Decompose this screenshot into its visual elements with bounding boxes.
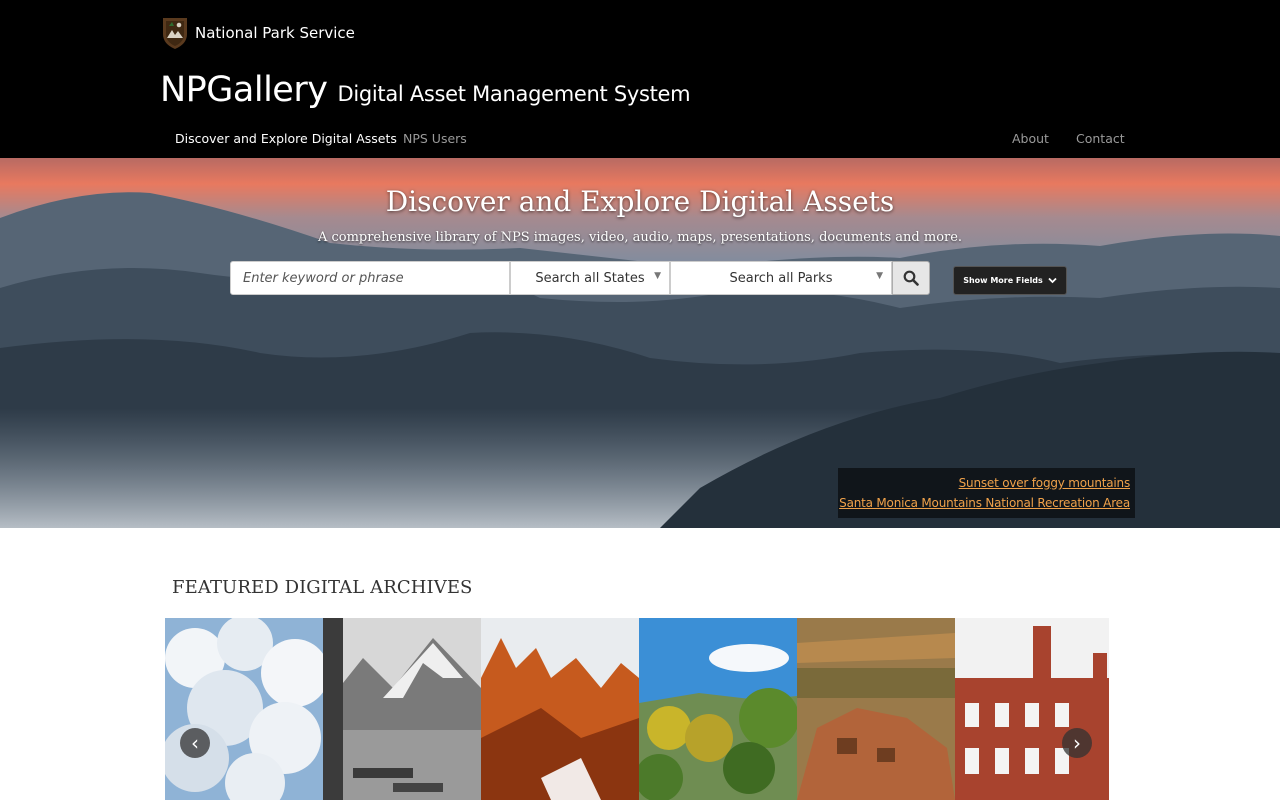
caret-down-icon: ▼: [876, 271, 883, 281]
mountain-lake-image: [323, 618, 481, 800]
featured-tile-aspen-meadow[interactable]: [639, 618, 797, 800]
brick-building-image: [955, 618, 1109, 800]
aspen-meadow-image: [639, 618, 797, 800]
show-more-fields-label: Show More Fields: [963, 276, 1043, 285]
featured-tile-clouds[interactable]: [165, 618, 323, 800]
search-button[interactable]: [892, 261, 930, 295]
site-brand[interactable]: NPGallery Digital Asset Management Syste…: [160, 70, 691, 110]
park-select[interactable]: Search all Parks ▼: [670, 261, 892, 295]
nav-about[interactable]: About: [1012, 131, 1049, 146]
search-icon: [903, 270, 919, 286]
state-select[interactable]: Search all States ▼: [510, 261, 670, 295]
brand-subtitle: Digital Asset Management System: [337, 82, 691, 106]
photo-credit: Sunset over foggy mountains Santa Monica…: [838, 468, 1135, 518]
nav-discover[interactable]: Discover and Explore Digital Assets: [175, 131, 397, 146]
photo-location-link[interactable]: Santa Monica Mountains National Recreati…: [838, 493, 1130, 513]
show-more-fields-button[interactable]: Show More Fields: [953, 266, 1067, 295]
hero-banner: Discover and Explore Digital Assets A co…: [0, 158, 1280, 528]
featured-carousel: [165, 618, 1109, 800]
featured-archives-title: FEATURED DIGITAL ARCHIVES: [172, 577, 473, 598]
carousel-prev-button[interactable]: ‹: [180, 728, 210, 758]
state-select-value: Search all States: [535, 270, 645, 286]
photo-caption-link[interactable]: Sunset over foggy mountains: [838, 473, 1131, 493]
clouds-image: [165, 618, 323, 800]
pueblo-ruins-image: [797, 618, 955, 800]
nav-nps-users[interactable]: NPS Users: [403, 131, 467, 146]
agency-name[interactable]: National Park Service: [195, 24, 355, 42]
featured-tile-red-rock[interactable]: [481, 618, 639, 800]
featured-tile-pueblo-ruins[interactable]: [797, 618, 955, 800]
brand-title[interactable]: NPGallery: [160, 70, 328, 110]
featured-tile-brick-building[interactable]: [955, 618, 1109, 800]
nps-arrowhead-logo: [163, 18, 187, 49]
chevron-down-icon: [1048, 277, 1057, 284]
featured-tile-mountain-lake[interactable]: [323, 618, 481, 800]
hero-title: Discover and Explore Digital Assets: [385, 185, 895, 218]
caret-down-icon: ▼: [654, 271, 661, 281]
park-select-value: Search all Parks: [729, 270, 833, 286]
carousel-next-button[interactable]: ›: [1062, 728, 1092, 758]
keyword-search-input[interactable]: [230, 261, 510, 295]
red-rock-image: [481, 618, 639, 800]
nav-contact[interactable]: Contact: [1076, 131, 1125, 146]
site-header: National Park Service NPGallery Digital …: [0, 0, 1280, 158]
agency-identifier[interactable]: National Park Service: [160, 16, 355, 50]
hero-tagline: A comprehensive library of NPS images, v…: [317, 230, 963, 245]
